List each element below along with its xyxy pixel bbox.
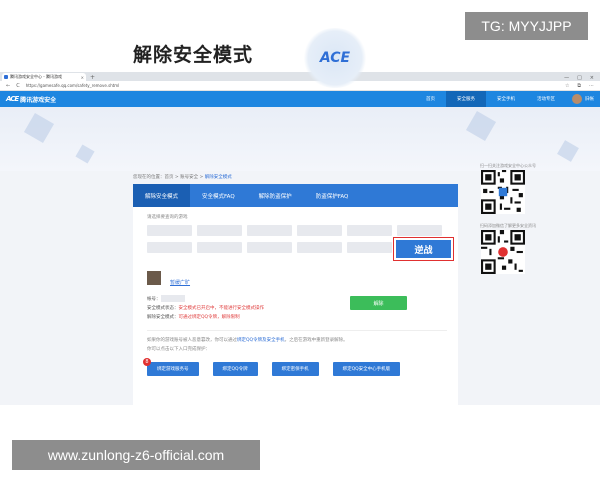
- url-field[interactable]: https://gamesafe.qq.com/safety_remove.sh…: [26, 83, 120, 88]
- reload-icon[interactable]: C: [16, 83, 20, 89]
- game-option[interactable]: [347, 242, 392, 253]
- nav-events[interactable]: 活动专区: [526, 91, 566, 107]
- main-panel: 解除安全模式 安全模式FAQ 解除防盗保护 防盗保护FAQ 请选择要查询的游戏 …: [133, 184, 458, 405]
- bind-qq-security-app-button[interactable]: 绑定QQ安全中心手机版: [332, 362, 401, 376]
- tab-title: 腾讯游戏安全中心 - 腾讯游戏: [10, 74, 62, 79]
- account-label: 帐号：: [147, 297, 161, 302]
- safety-value: 安全模式已开启中，不能进行安全模式操作: [178, 306, 265, 311]
- game-option[interactable]: [147, 242, 192, 253]
- select-game-hint: 请选择要查询的游戏: [147, 215, 188, 220]
- release-row: 解除安全模式：可通过绑定QQ令牌，解除限制: [147, 314, 240, 320]
- game-option[interactable]: [197, 242, 242, 253]
- nav-home[interactable]: 首页: [415, 91, 446, 107]
- qr-code-2: [481, 230, 525, 274]
- notification-badge: 8: [143, 358, 151, 366]
- extensions-icon[interactable]: ⧉: [577, 83, 581, 89]
- qr-code-1-graphic: [481, 170, 525, 214]
- divider: [147, 330, 447, 331]
- game-option[interactable]: [247, 225, 292, 236]
- logo-mark: ACE: [6, 95, 19, 103]
- ace-emblem: ACE: [302, 28, 368, 88]
- decor-hexagon: [75, 144, 95, 164]
- note-line-2: 你可以点击以下入口完成保护：: [147, 347, 210, 352]
- bind-qq-token-button[interactable]: 绑定QQ令牌: [212, 362, 258, 376]
- decor-hexagon: [557, 140, 579, 162]
- back-icon[interactable]: ←: [6, 83, 10, 89]
- watermark-bottom: www.zunlong-z6-official.com: [12, 440, 260, 470]
- tab-release-protection[interactable]: 解除防盗保护: [247, 184, 304, 207]
- nav-security-service[interactable]: 安全服务: [446, 91, 486, 107]
- qr1-caption: 扫一扫关注游戏安全中心公众号: [480, 163, 536, 168]
- game-option[interactable]: [397, 225, 442, 236]
- action-buttons: 绑定游戏服务号 绑定QQ令牌 绑定密保手机 绑定QQ安全中心手机版: [147, 362, 401, 376]
- close-tab-icon[interactable]: ×: [81, 75, 84, 80]
- game-option[interactable]: [247, 242, 292, 253]
- qr-code-2-graphic: [481, 230, 525, 274]
- qr2-caption: 扫码添加微信了解更多安全资讯: [480, 223, 536, 228]
- panel-tabs: 解除安全模式 安全模式FAQ 解除防盗保护 防盗保护FAQ: [133, 184, 458, 207]
- username[interactable]: 旧帐: [585, 96, 594, 102]
- new-tab-button[interactable]: +: [90, 74, 95, 81]
- account-row: 帐号：: [147, 295, 185, 302]
- game-option[interactable]: [147, 225, 192, 236]
- note-link[interactable]: 绑定QQ令牌及安全手机: [237, 338, 285, 343]
- bind-service-account-button[interactable]: 绑定游戏服务号: [147, 362, 199, 376]
- game-option-selected[interactable]: 逆战: [396, 240, 451, 258]
- maximize-button[interactable]: □: [577, 75, 582, 81]
- nav-security-phone[interactable]: 安全手机: [486, 91, 526, 107]
- game-option[interactable]: [197, 225, 242, 236]
- window-controls: — □ ×: [564, 75, 600, 81]
- breadcrumb-path[interactable]: 您现在的位置：首页 > 账号安全 >: [133, 175, 205, 180]
- avatar[interactable]: [572, 94, 582, 104]
- bind-security-phone-button[interactable]: 绑定密保手机: [271, 362, 319, 376]
- game-option[interactable]: [297, 225, 342, 236]
- game-option[interactable]: [297, 242, 342, 253]
- tab-release-safe-mode[interactable]: 解除安全模式: [133, 184, 191, 207]
- account-name[interactable]: 暂缓广旷: [170, 279, 190, 286]
- qr-code-1: [481, 170, 525, 214]
- breadcrumb-current: 解除安全模式: [204, 175, 232, 180]
- tab-bar: 腾讯游戏安全中心 - 腾讯游戏 × + — □ ×: [0, 72, 600, 81]
- address-bar: ← C https://gamesafe.qq.com/safety_remov…: [0, 81, 600, 91]
- game-option[interactable]: [347, 225, 392, 236]
- note-line-1: 如果你的游戏账号被人恶意篡改，你可以通过绑定QQ令牌及安全手机，之后在游戏中重新…: [147, 338, 348, 343]
- safety-label: 安全模式状态：: [147, 306, 179, 311]
- account-avatar: [147, 271, 161, 285]
- tab-protection-faq[interactable]: 防盗保护FAQ: [304, 184, 361, 207]
- close-window-button[interactable]: ×: [590, 75, 594, 81]
- safety-status-row: 安全模式状态：安全模式已开启中，不能进行安全模式操作: [147, 305, 264, 311]
- star-icon[interactable]: ☆: [565, 83, 569, 89]
- minimize-button[interactable]: —: [564, 75, 569, 81]
- site-nav: ACE 腾讯游戏安全 首页 安全服务 安全手机 活动专区 旧帐: [0, 91, 600, 107]
- hero-banner: [0, 107, 600, 171]
- decor-hexagon: [23, 112, 55, 144]
- highlighted-game-frame: 逆战: [393, 237, 454, 261]
- tab-safe-mode-faq[interactable]: 安全模式FAQ: [190, 184, 247, 207]
- page-title: 解除安全模式: [133, 44, 254, 66]
- menu-icon[interactable]: ⋯: [589, 83, 594, 89]
- account-value-blurred: [160, 295, 185, 302]
- site-logo[interactable]: ACE 腾讯游戏安全: [6, 94, 72, 104]
- favicon-icon: [4, 75, 8, 79]
- release-value: 可通过绑定QQ令牌，解除限制: [178, 315, 240, 320]
- breadcrumb: 您现在的位置：首页 > 账号安全 > 解除安全模式: [133, 174, 232, 180]
- watermark-top: TG: MYYJJPP: [465, 12, 588, 40]
- emblem-text: ACE: [319, 50, 351, 66]
- decor-hexagon: [465, 110, 497, 142]
- release-button[interactable]: 解除: [350, 296, 407, 310]
- release-label: 解除安全模式：: [147, 315, 179, 320]
- logo-text: 腾讯游戏安全: [20, 96, 57, 104]
- browser-tab[interactable]: 腾讯游戏安全中心 - 腾讯游戏 ×: [2, 73, 86, 81]
